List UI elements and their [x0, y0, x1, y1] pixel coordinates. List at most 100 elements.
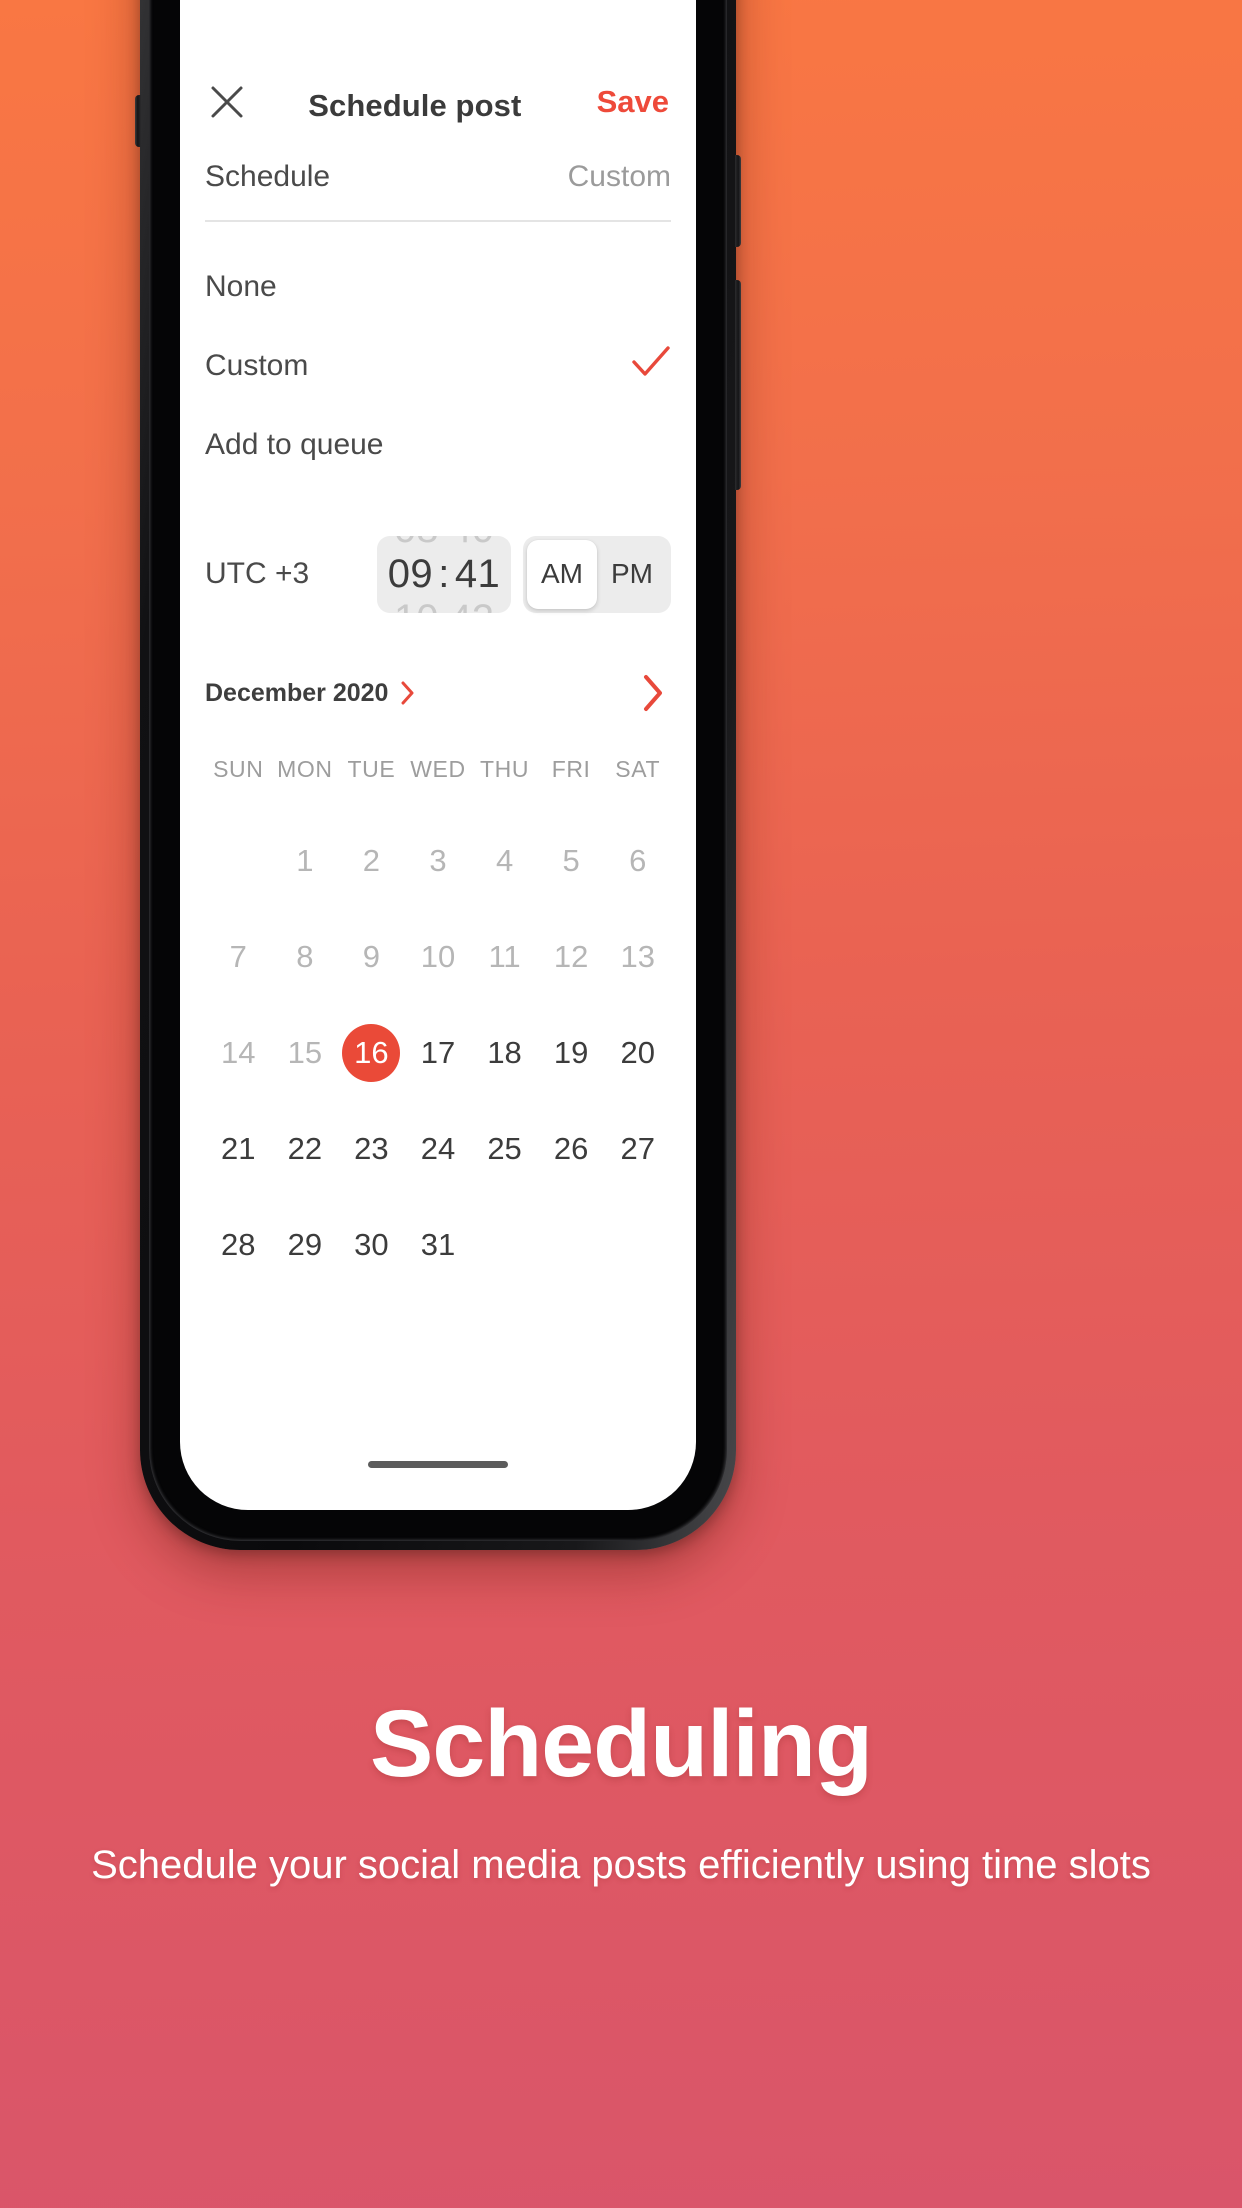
calendar-cell: 3: [405, 813, 472, 909]
calendar-day: 5: [562, 843, 580, 878]
timezone-label: UTC +3: [205, 557, 310, 590]
calendar-weekday: MON: [277, 756, 333, 782]
meridiem-pm-option[interactable]: PM: [597, 540, 667, 609]
meridiem-am-option[interactable]: AM: [527, 539, 597, 609]
meridiem-toggle[interactable]: AM PM: [523, 535, 671, 613]
calendar-day[interactable]: 20: [609, 1024, 667, 1082]
calendar-weekday: SAT: [615, 756, 661, 782]
calendar-cell: 21: [205, 1101, 272, 1197]
calendar-day: 14: [221, 1035, 256, 1070]
calendar-weekday-header: SUN MON TUE WED THU FRI SAT: [205, 756, 671, 813]
calendar-day[interactable]: 30: [342, 1216, 400, 1274]
calendar-cell: 9: [338, 909, 405, 1005]
schedule-post-screen: Schedule post Save Schedule Custom None …: [180, 0, 696, 1510]
app-header: Schedule post Save: [205, 0, 671, 138]
calendar-day: 4: [495, 843, 514, 878]
calendar-weekday: TUE: [347, 756, 396, 782]
option-none[interactable]: None: [205, 247, 671, 326]
mute-switch[interactable]: [135, 95, 141, 147]
calendar-day[interactable]: 22: [276, 1120, 334, 1178]
calendar-cell: 16: [338, 1005, 405, 1101]
calendar-day[interactable]: 31: [409, 1216, 467, 1274]
calendar-weekday: SUN: [213, 756, 264, 782]
schedule-label: Schedule: [205, 160, 331, 193]
calendar: SUN MON TUE WED THU FRI SAT 1 2 3 4 5 6 7 8 9 10 11 12 13 1…: [205, 756, 671, 1293]
calendar-cell: 27: [604, 1101, 671, 1197]
calendar-weekday: FRI: [551, 756, 591, 782]
next-month-chevron-right-icon[interactable]: [643, 674, 671, 712]
calendar-days-grid: 1 2 3 4 5 6 7 8 9 10 11 12 13 14 15 16 17 18 19 20 21 22 23 24 2…: [205, 813, 671, 1293]
caption-title: Scheduling: [370, 1691, 873, 1797]
calendar-day[interactable]: 17: [409, 1024, 467, 1082]
save-button[interactable]: Save: [595, 80, 671, 124]
calendar-day[interactable]: 19: [542, 1024, 600, 1082]
calendar-day: 11: [488, 939, 521, 974]
calendar-day[interactable]: 28: [209, 1216, 267, 1274]
power-button[interactable]: [735, 350, 741, 490]
calendar-cell: 24: [405, 1101, 472, 1197]
calendar-cell: 4: [471, 813, 538, 909]
option-add-to-queue-label: Add to queue: [205, 427, 384, 461]
calendar-day: 10: [420, 939, 456, 974]
calendar-cell: 30: [338, 1197, 405, 1293]
month-label: December 2020: [205, 678, 389, 707]
time-wheel-ghost-above: 08 40: [377, 536, 511, 552]
calendar-day: 8: [296, 939, 314, 974]
calendar-cell: 28: [205, 1197, 272, 1293]
option-custom-label: Custom: [205, 348, 309, 382]
volume-up-button[interactable]: [735, 155, 741, 247]
calendar-cell: 19: [538, 1005, 605, 1101]
calendar-day[interactable]: 26: [542, 1120, 600, 1178]
ghost-hour-below: 10: [394, 597, 439, 613]
calendar-day[interactable]: 24: [409, 1120, 467, 1178]
calendar-cell: 14: [205, 1005, 272, 1101]
calendar-day[interactable]: 29: [276, 1216, 334, 1274]
phone-screen: Schedule post Save Schedule Custom None …: [180, 0, 696, 1510]
schedule-summary-row[interactable]: Schedule Custom: [205, 138, 671, 222]
calendar-day: 15: [287, 1035, 323, 1070]
calendar-day: 1: [296, 843, 314, 878]
checkmark-icon: [631, 345, 671, 387]
calendar-day[interactable]: 18: [476, 1024, 534, 1082]
schedule-value: Custom: [567, 160, 671, 193]
phone-device: Schedule post Save Schedule Custom None …: [135, 0, 741, 1550]
option-add-to-queue[interactable]: Add to queue: [205, 405, 671, 484]
option-none-label: None: [205, 269, 277, 303]
calendar-day: 7: [229, 939, 247, 974]
calendar-day: 3: [429, 843, 447, 878]
calendar-cell: 7: [205, 909, 272, 1005]
home-indicator[interactable]: [368, 1461, 508, 1468]
calendar-cell: 31: [405, 1197, 472, 1293]
calendar-day: 6: [629, 843, 647, 878]
calendar-day-selected[interactable]: 16: [342, 1024, 401, 1082]
option-custom[interactable]: Custom: [205, 326, 671, 405]
time-separator: :: [438, 551, 450, 596]
calendar-weekday: THU: [480, 756, 530, 782]
minute-value[interactable]: 41: [455, 552, 501, 597]
month-selector[interactable]: December 2020: [205, 679, 415, 708]
caption-subtitle: Schedule your social media posts efficie…: [91, 1843, 1151, 1887]
calendar-cell: 8: [272, 909, 339, 1005]
calendar-cell: 20: [604, 1005, 671, 1101]
calendar-day[interactable]: 27: [609, 1120, 667, 1178]
calendar-day[interactable]: 25: [476, 1120, 534, 1178]
calendar-cell: 2: [338, 813, 405, 909]
time-wheel-picker[interactable]: 08 40 09 : 41 10 42: [377, 535, 511, 613]
calendar-cell: 18: [471, 1005, 538, 1101]
calendar-day: 9: [362, 939, 381, 974]
chevron-right-icon[interactable]: [401, 681, 415, 705]
calendar-day[interactable]: 21: [209, 1120, 267, 1178]
ghost-hour-above: 08: [394, 536, 439, 552]
calendar-day: 13: [620, 939, 655, 974]
calendar-day[interactable]: 23: [342, 1120, 400, 1178]
time-picker-row: UTC +3 08 40 09 : 41: [205, 526, 671, 622]
phone-bezel: Schedule post Save Schedule Custom None …: [149, 0, 727, 1541]
calendar-cell: 26: [538, 1101, 605, 1197]
ghost-minute-below: 42: [450, 597, 495, 613]
hour-value[interactable]: 09: [388, 552, 434, 597]
calendar-cell: 12: [538, 909, 605, 1005]
calendar-cell: 22: [272, 1101, 339, 1197]
calendar-weekday: WED: [410, 756, 466, 782]
calendar-cell: 15: [272, 1005, 339, 1101]
calendar-cell: 13: [604, 909, 671, 1005]
